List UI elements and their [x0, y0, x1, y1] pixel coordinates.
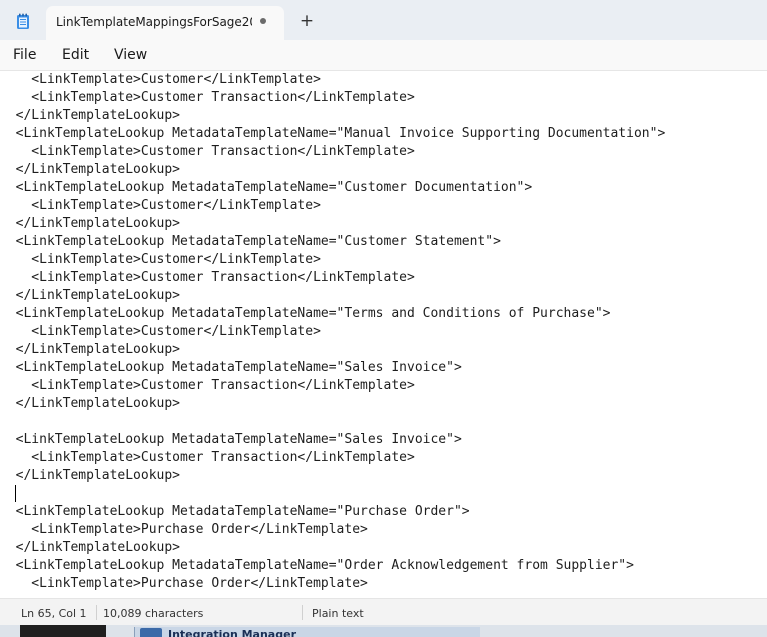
editor-line: <LinkTemplateLookup MetadataTemplateName…	[0, 558, 634, 573]
editor-line: </LinkTemplateLookup>	[0, 396, 181, 411]
menu-edit[interactable]: Edit	[62, 47, 89, 63]
menu-bar: File Edit View	[0, 40, 767, 71]
status-cursor-position[interactable]: Ln 65, Col 1	[21, 607, 87, 620]
editor-line: </LinkTemplateLookup>	[0, 108, 181, 123]
editor-line: <LinkTemplate>Customer Transaction</Link…	[0, 378, 415, 393]
editor-line: <LinkTemplate>Customer</LinkTemplate>	[0, 252, 321, 267]
notepad-window: LinkTemplateMappingsForSage200 + File Ed…	[0, 0, 767, 625]
editor-line: <LinkTemplate>Customer Transaction</Link…	[0, 144, 415, 159]
notepad-icon	[17, 13, 29, 29]
status-divider	[302, 605, 303, 620]
editor-line: <LinkTemplate>Purchase Order</LinkTempla…	[0, 576, 368, 591]
editor-line: <LinkTemplate>Customer Transaction</Link…	[0, 90, 415, 105]
background-taskbar-label: Integration Manager	[168, 628, 296, 637]
editor-line: </LinkTemplateLookup>	[0, 468, 181, 483]
editor-line: <LinkTemplateLookup MetadataTemplateName…	[0, 504, 470, 519]
background-window-strip: Integration Manager	[0, 625, 767, 637]
status-character-count: 10,089 characters	[103, 607, 204, 620]
menu-file[interactable]: File	[13, 47, 36, 63]
tab-title: LinkTemplateMappingsForSage200	[56, 15, 252, 29]
menu-view[interactable]: View	[114, 47, 147, 63]
editor-line: </LinkTemplateLookup>	[0, 342, 181, 357]
text-editor[interactable]: <LinkTemplate>Customer</LinkTemplate> <L…	[0, 71, 767, 598]
background-dark-panel	[20, 625, 106, 637]
editor-line: <LinkTemplate>Customer Transaction</Link…	[0, 450, 415, 465]
editor-line: <LinkTemplate>Customer</LinkTemplate>	[0, 72, 321, 87]
editor-line: </LinkTemplateLookup>	[0, 288, 181, 303]
editor-line: <LinkTemplate>Purchase Order</LinkTempla…	[0, 522, 368, 537]
editor-line: <LinkTemplateLookup MetadataTemplateName…	[0, 126, 666, 141]
editor-line: <LinkTemplate>Customer Transaction</Link…	[0, 270, 415, 285]
editor-line: <LinkTemplateLookup MetadataTemplateName…	[0, 432, 462, 447]
text-caret	[15, 485, 16, 502]
integration-manager-icon	[140, 628, 162, 637]
editor-line: <LinkTemplate>Customer</LinkTemplate>	[0, 198, 321, 213]
status-encoding[interactable]: Plain text	[312, 607, 364, 620]
status-bar: Ln 65, Col 1 10,089 characters Plain tex…	[0, 598, 767, 625]
new-tab-button[interactable]: +	[296, 10, 318, 32]
plus-icon: +	[299, 11, 315, 31]
editor-line: <LinkTemplateLookup MetadataTemplateName…	[0, 180, 533, 195]
status-divider	[96, 605, 97, 620]
unsaved-dot-icon[interactable]	[260, 18, 266, 24]
tab-document[interactable]: LinkTemplateMappingsForSage200	[46, 6, 284, 40]
editor-line: </LinkTemplateLookup>	[0, 540, 181, 555]
editor-line: <LinkTemplateLookup MetadataTemplateName…	[0, 234, 501, 249]
title-bar: LinkTemplateMappingsForSage200 +	[0, 0, 767, 40]
editor-line: </LinkTemplateLookup>	[0, 162, 181, 177]
editor-line: <LinkTemplateLookup MetadataTemplateName…	[0, 306, 611, 321]
editor-line: <LinkTemplate>Customer</LinkTemplate>	[0, 324, 321, 339]
editor-line: <LinkTemplateLookup MetadataTemplateName…	[0, 360, 462, 375]
editor-line: </LinkTemplateLookup>	[0, 216, 181, 231]
